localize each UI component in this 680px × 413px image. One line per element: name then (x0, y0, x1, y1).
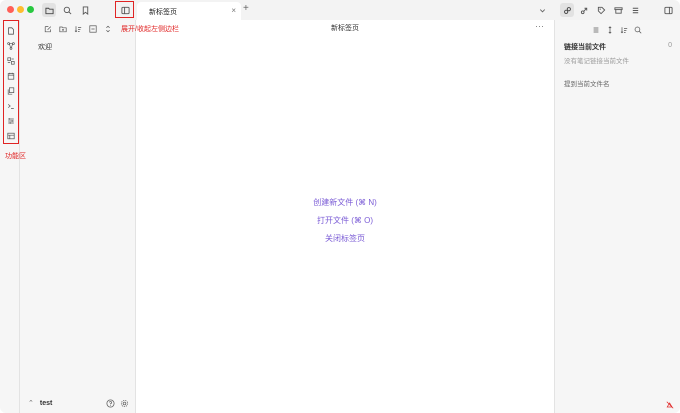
title-bar: 新标签页 × + (0, 0, 680, 20)
outline-icon[interactable] (628, 3, 642, 17)
main-pane: 新标签页 ··· 创建新文件 (⌘ N) 打开文件 (⌘ O) 关闭标签页 (136, 20, 554, 413)
gear-icon[interactable] (120, 399, 129, 408)
list-view-icon[interactable] (591, 25, 601, 35)
search-icon[interactable] (633, 25, 643, 35)
toggle-right-sidebar-icon[interactable] (661, 3, 675, 17)
vault-switcher[interactable]: ⌃ test (28, 399, 53, 408)
annotation-box-ribbon (3, 20, 19, 144)
new-tab-button[interactable]: + (243, 3, 249, 14)
tab-title: 新标签页 (149, 9, 177, 16)
help-icon[interactable] (106, 399, 115, 408)
annotation-box-sidebar-toggle (115, 1, 134, 18)
page-title: 新标签页 (331, 25, 359, 32)
expand-icon[interactable] (605, 25, 615, 35)
create-new-file-link[interactable]: 创建新文件 (⌘ N) (136, 197, 554, 207)
new-note-icon[interactable] (43, 24, 53, 34)
annotation-label-sidebar-toggle: 展开/收起左侧边栏 (121, 26, 179, 33)
empty-state-actions: 创建新文件 (⌘ N) 打开文件 (⌘ O) 关闭标签页 (136, 197, 554, 251)
left-sidebar: 欢迎 ⌃ test (20, 20, 136, 413)
close-icon[interactable]: × (231, 6, 236, 15)
new-folder-icon[interactable] (58, 24, 68, 34)
file-tree-item[interactable]: 欢迎 (38, 42, 52, 52)
collapse-all-icon[interactable] (88, 24, 98, 34)
outgoing-links-icon[interactable] (577, 3, 591, 17)
app-window: 新标签页 × + 欢迎 ⌃ test 新标签页 ··· 创建新文件 (⌘ N) … (0, 0, 680, 413)
sync-status-icon[interactable] (666, 401, 674, 409)
unlinked-mentions-heading[interactable]: 提到当前文件名 (564, 78, 610, 88)
backlinks-empty-message: 没有笔记链接当前文件 (564, 58, 629, 65)
backlinks-heading[interactable]: 链接当前文件 (564, 42, 606, 52)
zoom-window-button[interactable] (27, 6, 34, 13)
vault-name: test (39, 399, 53, 407)
tab-new-tab[interactable]: 新标签页 × (137, 2, 241, 20)
close-tab-link[interactable]: 关闭标签页 (136, 233, 554, 243)
close-window-button[interactable] (7, 6, 14, 13)
sort-icon[interactable] (619, 25, 629, 35)
archive-icon[interactable] (611, 3, 625, 17)
tag-icon[interactable] (594, 3, 608, 17)
minimize-window-button[interactable] (17, 6, 24, 13)
annotation-label-ribbon: 功能区 (5, 153, 26, 160)
right-sidebar: 链接当前文件 0 没有笔记链接当前文件 提到当前文件名 (554, 20, 680, 413)
expand-collapse-icon[interactable] (103, 24, 113, 34)
file-explorer-icon[interactable] (42, 3, 56, 17)
backlinks-count: 0 (668, 42, 672, 49)
bookmark-icon[interactable] (78, 3, 92, 17)
search-icon[interactable] (60, 3, 74, 17)
open-file-link[interactable]: 打开文件 (⌘ O) (136, 215, 554, 225)
backlinks-icon[interactable] (560, 3, 574, 17)
chevron-down-icon[interactable] (535, 3, 549, 17)
sort-icon[interactable] (73, 24, 83, 34)
more-options-icon[interactable]: ··· (535, 21, 544, 31)
chevron-updown-icon: ⌃ (28, 400, 34, 407)
